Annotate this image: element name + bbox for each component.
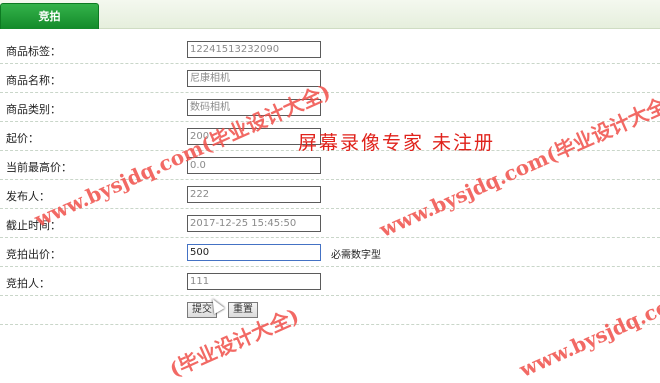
bid-price-label: 竞拍出价：	[6, 248, 61, 261]
tag-field[interactable]	[187, 41, 321, 58]
recorder-watermark: 屏幕录像专家 未注册	[298, 132, 496, 154]
form-actions: 提交 重置	[0, 296, 660, 325]
name-label: 商品名称：	[6, 74, 61, 87]
form-row-publisher: 发布人：	[0, 180, 660, 209]
top-bar: 竞拍	[0, 0, 660, 29]
current-high-field[interactable]	[187, 157, 321, 174]
form-row-name: 商品名称：	[0, 64, 660, 93]
form-row-current-high: 当前最高价：	[0, 151, 660, 180]
tag-label: 商品标签：	[6, 45, 61, 58]
bid-form: 商品标签： 商品名称： 商品类别： 起价： 当前最高价： 发布人： 截止时间： …	[0, 35, 660, 325]
form-row-tag: 商品标签：	[0, 35, 660, 64]
form-row-deadline: 截止时间：	[0, 209, 660, 238]
publisher-field[interactable]	[187, 186, 321, 203]
bid-price-field[interactable]	[187, 244, 321, 261]
name-field[interactable]	[187, 70, 321, 87]
current-high-label: 当前最高价：	[6, 161, 72, 174]
category-field[interactable]	[187, 99, 321, 116]
form-row-category: 商品类别：	[0, 93, 660, 122]
publisher-label: 发布人：	[6, 190, 50, 203]
bidder-field[interactable]	[187, 273, 321, 290]
deadline-field[interactable]	[187, 215, 321, 232]
tab-bidding[interactable]: 竞拍	[0, 3, 99, 29]
form-row-bidder: 竞拍人：	[0, 267, 660, 296]
start-price-label: 起价：	[6, 132, 39, 145]
bidder-label: 竞拍人：	[6, 277, 50, 290]
deadline-label: 截止时间：	[6, 219, 61, 232]
bid-price-hint: 必需数字型	[331, 250, 381, 261]
reset-button[interactable]: 重置	[228, 302, 258, 318]
form-row-bid-price: 竞拍出价： 必需数字型	[0, 238, 660, 267]
category-label: 商品类别：	[6, 103, 61, 116]
